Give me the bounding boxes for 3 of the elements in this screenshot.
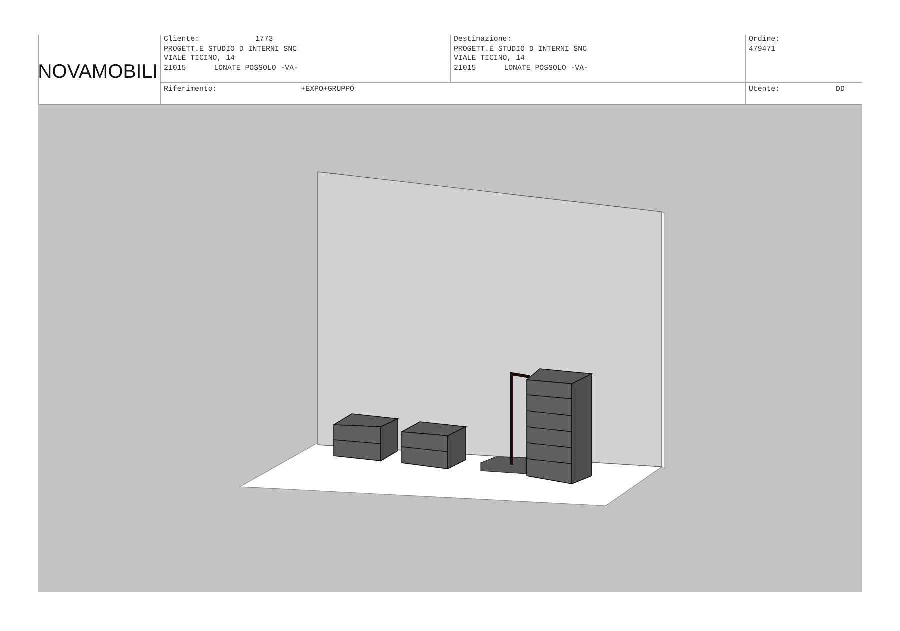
brand-logo: NOVAMOBILI: [38, 35, 160, 104]
nightstand: [400, 422, 468, 470]
nightstand: [332, 414, 400, 462]
